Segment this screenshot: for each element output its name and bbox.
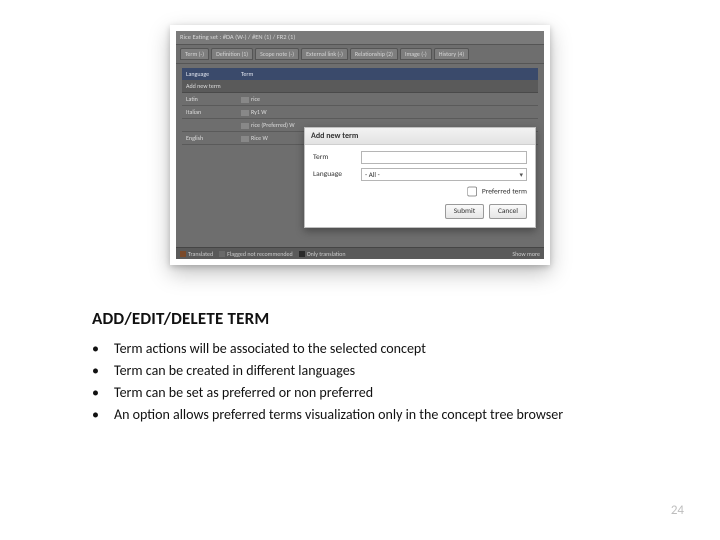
list-item: Term can be set as preferred or non pref… [92, 384, 632, 403]
language-select[interactable]: - All - ▾ [361, 168, 527, 181]
tab-scope-note[interactable]: Scope note (-) [255, 48, 299, 60]
legend-box-icon [219, 251, 225, 257]
screenshot-tabs: Term (-) Definition (1) Scope note (-) E… [176, 45, 544, 64]
screenshot-panel: Rice Eating set : #DA (W-) / #EN (1) / F… [170, 25, 550, 265]
term-input[interactable] [361, 151, 527, 164]
screenshot-header: Rice Eating set : #DA (W-) / #EN (1) / F… [176, 31, 544, 45]
language-select-value: - All - [365, 170, 380, 179]
show-more-link[interactable]: Show more [512, 250, 540, 258]
language-field-label: Language [313, 170, 357, 179]
table-row: Italian Ry1 W [182, 106, 538, 119]
term-field-label: Term [313, 153, 357, 162]
tab-history[interactable]: History (4) [434, 48, 469, 60]
preferred-term-label: Preferred term [482, 187, 527, 196]
flag-icon [241, 97, 249, 103]
flag-icon [241, 110, 249, 116]
screenshot-dimmed-area: Rice Eating set : #DA (W-) / #EN (1) / F… [176, 31, 544, 259]
col-language: Language [182, 68, 237, 80]
chevron-down-icon: ▾ [519, 170, 523, 179]
table-row: Latin rice [182, 93, 538, 106]
legend-label: Flagged not recommended [227, 250, 293, 258]
row-term-text: rice [251, 95, 260, 103]
legend-box-icon [180, 251, 186, 257]
legend-label: Only translation [307, 250, 346, 258]
list-item: Term actions will be associated to the s… [92, 340, 632, 359]
row-lang [182, 119, 237, 131]
tab-relationship[interactable]: Relationship (2) [350, 48, 398, 60]
flag-icon [241, 123, 249, 129]
screenshot-footer: Translated Flagged not recommended Only … [176, 247, 544, 259]
list-item: Term can be created in different languag… [92, 362, 632, 381]
tab-term[interactable]: Term (-) [180, 48, 209, 60]
row-term: Ry1 W [237, 106, 538, 118]
list-item: An option allows preferred terms visuali… [92, 406, 632, 425]
add-new-term-label: Add new term [182, 80, 237, 92]
legend-label: Translated [188, 250, 213, 258]
add-term-dialog: Add new term Term Language - All - ▾ Pre… [304, 127, 536, 228]
submit-button[interactable]: Submit [445, 204, 485, 219]
legend-only-translation: Only translation [299, 250, 346, 258]
tab-image[interactable]: Image (-) [400, 48, 432, 60]
row-term-text: Rice W [251, 134, 268, 142]
page-number: 24 [671, 503, 684, 518]
row-lang: Latin [182, 93, 237, 105]
add-new-term-row[interactable]: Add new term [182, 80, 538, 93]
row-lang: English [182, 132, 237, 144]
tab-external-link[interactable]: External link (-) [301, 48, 348, 60]
bullet-list: Term actions will be associated to the s… [92, 340, 632, 428]
page-title: ADD/EDIT/DELETE TERM [92, 308, 270, 329]
legend-flagged: Flagged not recommended [219, 250, 293, 258]
cancel-button[interactable]: Cancel [489, 204, 527, 219]
row-lang: Italian [182, 106, 237, 118]
legend-box-icon [299, 251, 305, 257]
row-term-text: rice (Preferred) W [251, 121, 295, 129]
table-header-row: Language Term [182, 68, 538, 80]
dialog-title: Add new term [305, 128, 535, 145]
legend-translated: Translated [180, 250, 213, 258]
col-term: Term [237, 68, 538, 80]
flag-icon [241, 136, 249, 142]
tab-definition[interactable]: Definition (1) [211, 48, 253, 60]
row-term: rice [237, 93, 538, 105]
preferred-term-checkbox[interactable] [467, 187, 477, 197]
row-term-text: Ry1 W [251, 108, 267, 116]
